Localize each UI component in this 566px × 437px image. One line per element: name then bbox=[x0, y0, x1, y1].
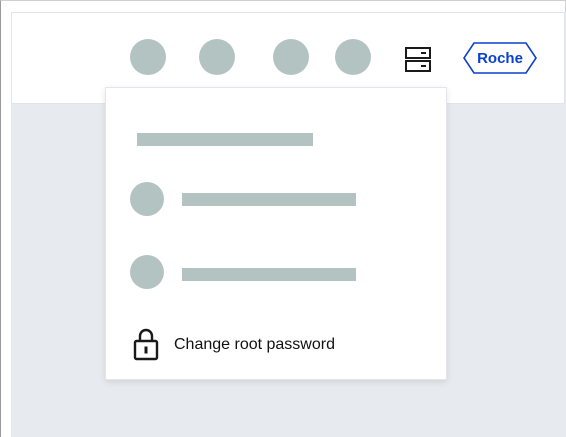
header-nav-placeholder-1[interactable] bbox=[130, 39, 166, 75]
menu-item-label-placeholder bbox=[182, 268, 356, 281]
menu-title-placeholder bbox=[137, 133, 313, 146]
lock-icon bbox=[133, 328, 159, 361]
menu-item-label-placeholder bbox=[182, 193, 356, 206]
change-root-password-item[interactable]: Change root password bbox=[133, 327, 433, 363]
header-nav-placeholder-4[interactable] bbox=[335, 39, 371, 75]
roche-logo[interactable]: Roche bbox=[462, 40, 538, 76]
menu-item-icon-placeholder bbox=[130, 182, 164, 216]
logo-text: Roche bbox=[477, 50, 523, 67]
server-icon[interactable] bbox=[403, 45, 433, 75]
menu-item-icon-placeholder bbox=[130, 255, 164, 289]
header-nav-placeholder-2[interactable] bbox=[199, 39, 235, 75]
change-root-password-label: Change root password bbox=[174, 336, 335, 353]
user-menu-dropdown: Change root password bbox=[105, 87, 447, 380]
header-nav-placeholder-3[interactable] bbox=[273, 39, 309, 75]
app-area: Roche Change root password bbox=[11, 12, 566, 437]
